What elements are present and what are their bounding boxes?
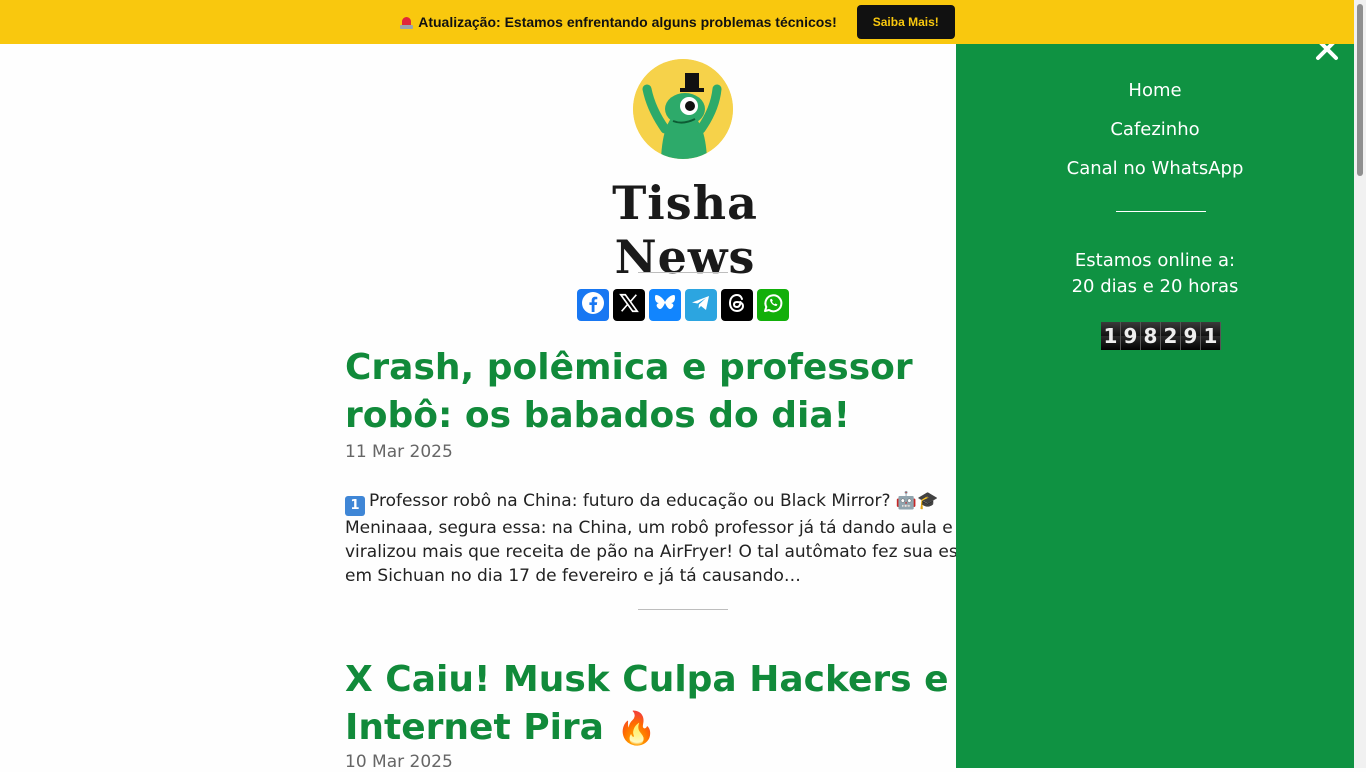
counter-digit: 1	[1101, 322, 1121, 350]
bluesky-share-button[interactable]	[649, 289, 681, 321]
counter-digit: 1	[1201, 322, 1221, 350]
counter-digit: 9	[1121, 322, 1141, 350]
online-duration: 20 dias e 20 horas	[1071, 276, 1239, 297]
threads-share-button[interactable]	[721, 289, 753, 321]
bluesky-icon	[653, 291, 677, 319]
post-excerpt: 1 Professor robô na China: futuro da educ…	[345, 489, 1010, 588]
x-share-button[interactable]	[613, 289, 645, 321]
facebook-share-button[interactable]	[577, 289, 609, 321]
counter-digit: 9	[1181, 322, 1201, 350]
alert-text: Atualização: Estamos enfrentando alguns …	[418, 14, 837, 30]
post-title-2[interactable]: X Caiu! Musk Culpa Hackers e Internet Pi…	[345, 656, 1005, 752]
close-icon[interactable]	[1314, 44, 1340, 62]
page-scrollbar[interactable]	[1354, 0, 1366, 768]
visitor-counter: 198291	[1101, 322, 1221, 350]
menu-item-whatsapp-channel[interactable]: Canal no WhatsApp	[956, 158, 1354, 179]
post-excerpt-text: Professor robô na China: futuro da educa…	[345, 491, 997, 586]
post-title[interactable]: Crash, polêmica e professor robô: os bab…	[345, 344, 1005, 440]
menu-item-cafezinho[interactable]: Cafezinho	[956, 119, 1354, 140]
post-date-2: 10 Mar 2025	[345, 752, 453, 772]
post-date: 11 Mar 2025	[345, 442, 453, 462]
telegram-share-button[interactable]	[685, 289, 717, 321]
site-title[interactable]: Tisha News	[540, 176, 830, 284]
siren-icon	[399, 15, 414, 30]
divider	[638, 272, 728, 273]
whatsapp-icon	[761, 291, 785, 319]
learn-more-button[interactable]: Saiba Mais!	[856, 5, 955, 39]
menu-item-home[interactable]: Home	[956, 80, 1354, 101]
share-buttons	[577, 289, 789, 321]
side-menu: Home Cafezinho Canal no WhatsApp Estamos…	[956, 44, 1354, 768]
scrollbar-thumb[interactable]	[1357, 4, 1363, 176]
x-icon	[618, 292, 640, 318]
telegram-icon	[689, 291, 713, 319]
alert-banner: Atualização: Estamos enfrentando alguns …	[0, 0, 1354, 44]
divider	[638, 609, 728, 610]
counter-digit: 8	[1141, 322, 1161, 350]
site-logo[interactable]	[633, 59, 733, 159]
alert-banner-message: Atualização: Estamos enfrentando alguns …	[399, 14, 837, 30]
facebook-icon	[581, 291, 605, 319]
fire-icon: 🔥	[616, 709, 657, 747]
keycap-one-icon: 1	[345, 496, 365, 516]
online-label: Estamos online a:	[1074, 250, 1236, 271]
menu-divider	[1116, 211, 1206, 212]
whatsapp-share-button[interactable]	[757, 289, 789, 321]
counter-digit: 2	[1161, 322, 1181, 350]
threads-icon	[725, 291, 749, 319]
